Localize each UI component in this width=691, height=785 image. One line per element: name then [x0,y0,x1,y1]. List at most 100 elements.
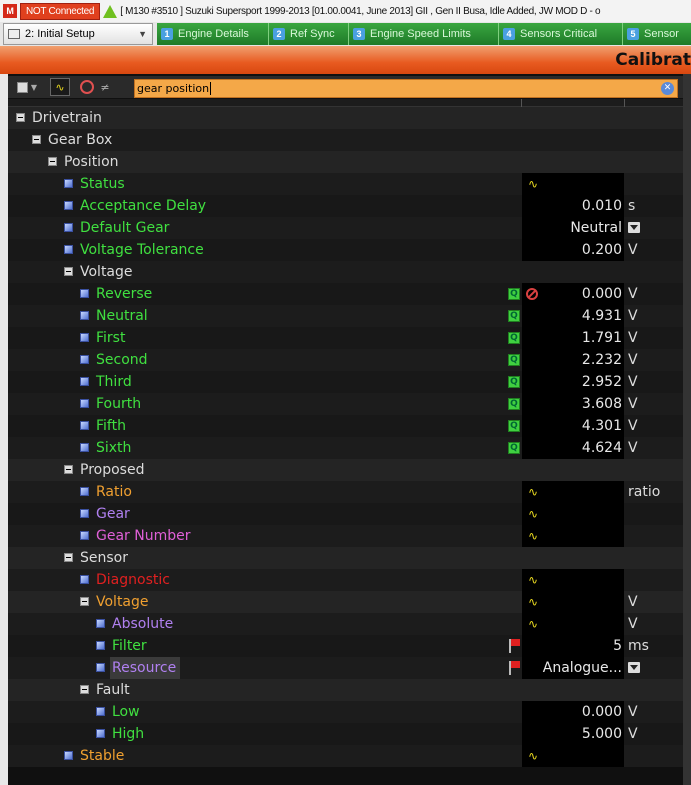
tree-item-label: Fourth [96,396,142,412]
parameter-icon [80,311,89,320]
tree-group-row[interactable]: Gear Box [8,129,683,151]
value-cell[interactable]: 1.791 [522,327,624,349]
connection-status-badge[interactable]: NOT Connected [20,2,101,20]
quick-tune-icon[interactable]: Q [508,310,520,322]
collapse-icon[interactable] [64,553,73,562]
dropdown-arrow-icon[interactable] [628,222,640,233]
value-cell[interactable]: 2.232 [522,349,624,371]
value-cell[interactable]: ∿ [522,591,624,613]
tree-group-row[interactable]: Position [8,151,683,173]
quick-tune-icon[interactable]: Q [508,398,520,410]
tree-item-row[interactable]: Ratio ∿ ratio [8,481,683,503]
tree-item-row[interactable]: First Q 1.791 V [8,327,683,349]
search-input[interactable]: gear position ✕ [134,79,678,98]
column-separator[interactable] [521,99,522,107]
tab-engine-details[interactable]: 1 Engine Details [157,23,269,45]
tree-item-row[interactable]: Gear ∿ [8,503,683,525]
tree-item-row[interactable]: Sixth Q 4.624 V [8,437,683,459]
show-channels-toggle[interactable]: ∿ [50,78,70,96]
collapse-icon[interactable] [16,113,25,122]
quick-tune-icon[interactable]: Q [508,354,520,366]
tree-item-row[interactable]: Resource Analogue... [8,657,683,679]
value-cell[interactable]: 0.010 [522,195,624,217]
workbook-select[interactable]: 2: Initial Setup ▼ [3,23,153,45]
quick-tune-icon[interactable]: Q [508,332,520,344]
quick-tune-icon[interactable]: Q [508,376,520,388]
value-cell[interactable]: ∿ [522,745,624,767]
tree-item-row[interactable]: Third Q 2.952 V [8,371,683,393]
value-cell[interactable]: ∿ [522,503,624,525]
not-equal-filter-button[interactable]: ≠ [98,78,112,96]
value-cell[interactable]: 0.000 [522,701,624,723]
tree-item-row[interactable]: Acceptance Delay 0.010 s [8,195,683,217]
value-cell[interactable]: 2.952 [522,371,624,393]
tree-item-row[interactable]: Filter 5 ms [8,635,683,657]
quick-tune-icon[interactable]: Q [508,442,520,454]
quick-tune-icon[interactable]: Q [508,420,520,432]
tree-group-row[interactable]: Voltage [8,261,683,283]
column-separator[interactable] [624,99,625,107]
value-cell[interactable]: 0.200 [522,239,624,261]
dropdown-arrow-icon[interactable] [628,662,640,673]
tree-item-row[interactable]: Status ∿ [8,173,683,195]
tree-item-row[interactable]: Diagnostic ∿ [8,569,683,591]
value-cell[interactable]: 4.931 [522,305,624,327]
collapse-icon[interactable] [64,465,73,474]
parameter-icon [80,443,89,452]
value-cell[interactable]: Analogue... [522,657,624,679]
tree-item-row[interactable]: Gear Number ∿ [8,525,683,547]
tree-item-row[interactable]: Reverse Q 0.000 V [8,283,683,305]
clear-search-icon[interactable]: ✕ [661,82,674,95]
tree-item-row[interactable]: Low 0.000 V [8,701,683,723]
tree-item-row[interactable]: Neutral Q 4.931 V [8,305,683,327]
value-cell[interactable]: 3.608 [522,393,624,415]
scrollbar[interactable] [683,74,691,785]
title-bar: M NOT Connected [ M130 #3510 ] Suzuki Su… [0,0,691,22]
value-cell[interactable]: ∿ [522,569,624,591]
value-cell[interactable]: 5 [522,635,624,657]
filter-invalid-button[interactable] [78,78,96,96]
value-cell[interactable]: ∿ [522,481,624,503]
tree-item-row[interactable]: Stable ∿ [8,745,683,767]
collapse-icon[interactable] [32,135,41,144]
value-cell[interactable]: 4.301 [522,415,624,437]
tree-group-row[interactable]: Sensor [8,547,683,569]
value-cell[interactable]: ∿ [522,173,624,195]
value-cell[interactable]: 5.000 [522,723,624,745]
tree-item-row[interactable]: Default Gear Neutral [8,217,683,239]
tab-engine-speed-limits[interactable]: 3 Engine Speed Limits [349,23,499,45]
tree-item-row[interactable]: Voltage Tolerance 0.200 V [8,239,683,261]
channel-wave-icon: ∿ [528,529,539,543]
tree-item-row[interactable]: High 5.000 V [8,723,683,745]
collapse-icon[interactable] [80,685,89,694]
view-mode-button[interactable]: ▼ [12,78,42,96]
value-cell[interactable]: ∿ [522,525,624,547]
tree-group-row[interactable]: Drivetrain [8,107,683,129]
tree-group-row[interactable]: Fault [8,679,683,701]
tree-item-row[interactable]: Fourth Q 3.608 V [8,393,683,415]
tree-group-row[interactable]: Voltage ∿ V [8,591,683,613]
quick-tune-icon[interactable]: Q [508,288,520,300]
value-cell[interactable]: 0.000 [522,283,624,305]
tree-item-row[interactable]: Fifth Q 4.301 V [8,415,683,437]
value-text: 5.000 [581,726,622,742]
parameter-icon [96,619,105,628]
tab-number: 1 [161,28,173,40]
value-cell[interactable]: ∿ [522,613,624,635]
collapse-icon[interactable] [48,157,57,166]
warning-icon[interactable] [103,4,118,18]
tab-sensors[interactable]: 5 Sensor [623,23,691,45]
tree-item-row[interactable]: Absolute ∿ V [8,613,683,635]
value-cell[interactable]: 4.624 [522,437,624,459]
collapse-icon[interactable] [64,267,73,276]
tree-item-label: Voltage [80,264,133,280]
tree-item-row[interactable]: Second Q 2.232 V [8,349,683,371]
parameter-icon [80,531,89,540]
tree-group-row[interactable]: Proposed [8,459,683,481]
tree-item-label: Drivetrain [32,110,102,126]
tab-ref-sync[interactable]: 2 Ref Sync [269,23,349,45]
value-cell[interactable]: Neutral [522,217,624,239]
tab-sensors-critical[interactable]: 4 Sensors Critical [499,23,623,45]
collapse-icon[interactable] [80,597,89,606]
tree-item-label: Filter [112,638,147,654]
